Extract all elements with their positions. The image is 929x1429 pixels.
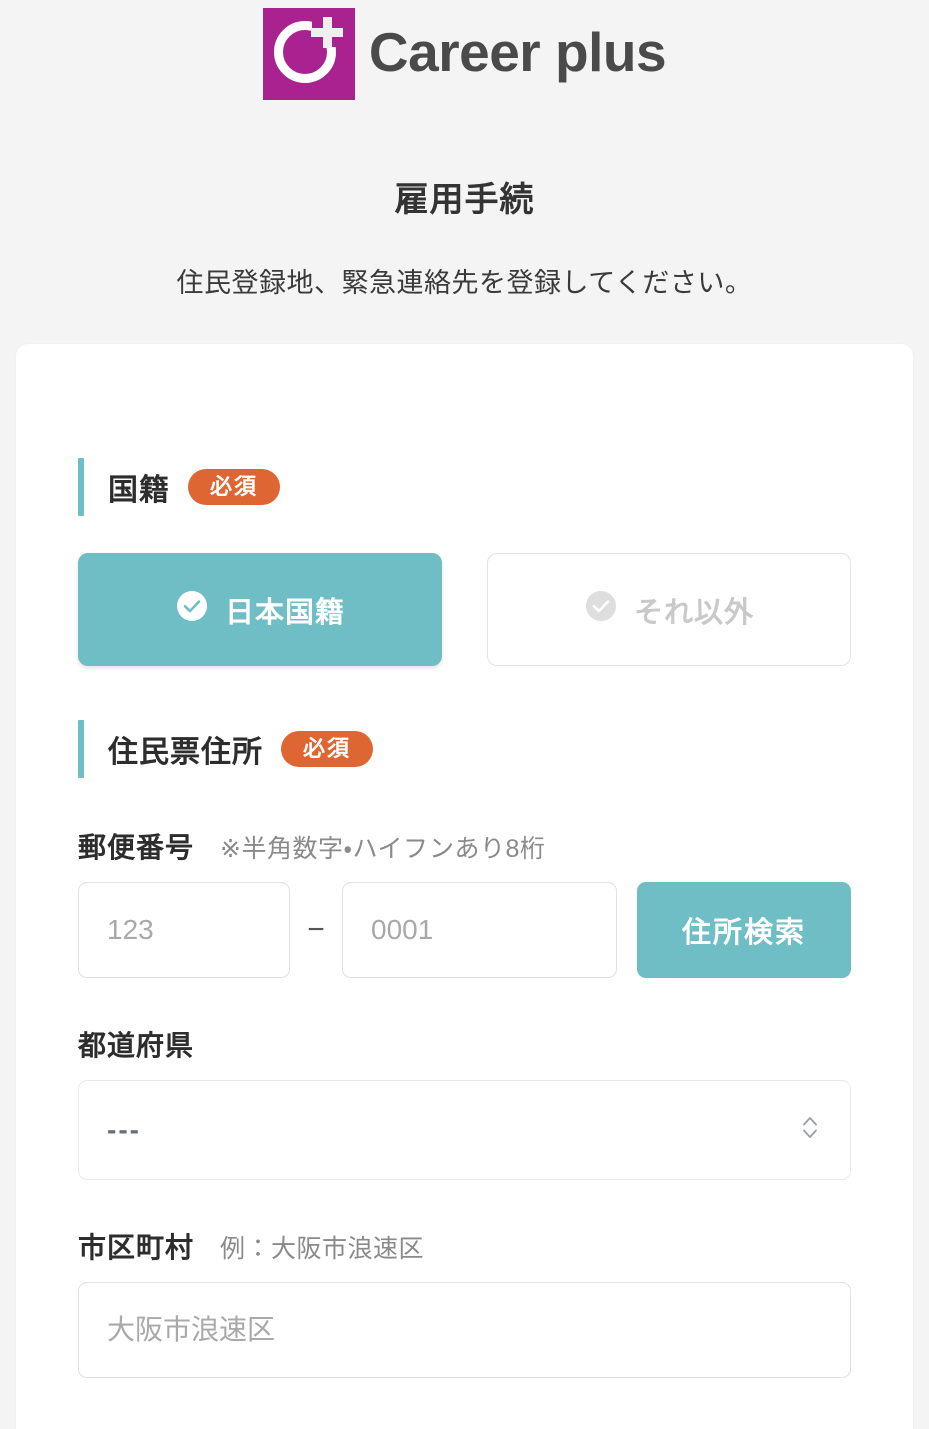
- postal-code-label: 郵便番号: [78, 832, 195, 863]
- nationality-option-other[interactable]: それ以外: [487, 553, 851, 666]
- prefecture-select-wrapper: ---: [78, 1080, 851, 1180]
- title-block: 雇用手続 住民登録地、緊急連絡先を登録してください。: [0, 172, 929, 300]
- street-label: 番地: [78, 1424, 136, 1429]
- nationality-option-japanese[interactable]: 日本国籍: [78, 553, 442, 666]
- postal-code-first-input[interactable]: [78, 882, 290, 978]
- prefecture-label: 都道府県: [78, 1030, 195, 1061]
- field-group-prefecture: 都道府県 ---: [78, 1024, 851, 1180]
- city-label: 市区町村: [78, 1232, 195, 1263]
- section-title-nationality: 国籍: [108, 474, 170, 507]
- page-header: Career plus: [0, 0, 929, 100]
- check-circle-icon: [584, 589, 618, 631]
- city-hint: 例：大阪市浪速区: [220, 1235, 425, 1263]
- field-group-postal-code: 郵便番号 ※半角数字・ハイフンあり8桁 − 住所検索: [78, 826, 851, 978]
- page-title: 雇用手続: [394, 181, 535, 219]
- postal-code-hint: ※半角数字・ハイフンあり8桁: [220, 835, 546, 863]
- check-circle-icon: [175, 589, 209, 631]
- address-search-button[interactable]: 住所検索: [637, 882, 851, 978]
- street-label-row: 番地 例：難波中1-2-3: [78, 1424, 851, 1429]
- section-header-residence: 住民票住所 必須: [78, 718, 851, 780]
- prefecture-selected-value: ---: [107, 1114, 141, 1145]
- field-group-street: 番地 例：難波中1-2-3: [78, 1424, 851, 1429]
- section-header-nationality: 国籍 必須: [78, 456, 851, 518]
- page-description: 住民登録地、緊急連絡先を登録してください。: [176, 268, 753, 298]
- brand-logo-text: Career plus: [368, 20, 667, 83]
- city-label-row: 市区町村 例：大阪市浪速区: [78, 1226, 851, 1266]
- nationality-option-other-label: それ以外: [633, 596, 754, 629]
- career-plus-logo-mark-icon: [262, 8, 355, 100]
- postal-code-input-row: − 住所検索: [78, 882, 851, 978]
- city-input[interactable]: [78, 1282, 851, 1378]
- required-badge-residence: 必須: [281, 731, 374, 767]
- postal-code-separator: −: [307, 913, 325, 946]
- postal-code-label-row: 郵便番号 ※半角数字・ハイフンあり8桁: [78, 826, 851, 866]
- postal-code-second-input[interactable]: [342, 882, 617, 978]
- logo-plus-vertical-shape: [322, 17, 332, 48]
- field-group-city: 市区町村 例：大阪市浪速区: [78, 1226, 851, 1378]
- section-title-residence: 住民票住所: [108, 736, 263, 769]
- brand-logo: Career plus: [262, 8, 667, 100]
- prefecture-label-row: 都道府県: [78, 1024, 851, 1064]
- nationality-option-japanese-label: 日本国籍: [224, 596, 345, 629]
- form-card: 国籍 必須 日本国籍 それ以外 住民票住所 必須 郵便番号 ※半角数字・ハイフン…: [16, 344, 913, 1429]
- prefecture-select[interactable]: ---: [78, 1080, 851, 1180]
- employment-procedure-page: Career plus 雇用手続 住民登録地、緊急連絡先を登録してください。 国…: [0, 0, 929, 1429]
- nationality-choice-group: 日本国籍 それ以外: [78, 553, 851, 666]
- required-badge-nationality: 必須: [188, 469, 281, 505]
